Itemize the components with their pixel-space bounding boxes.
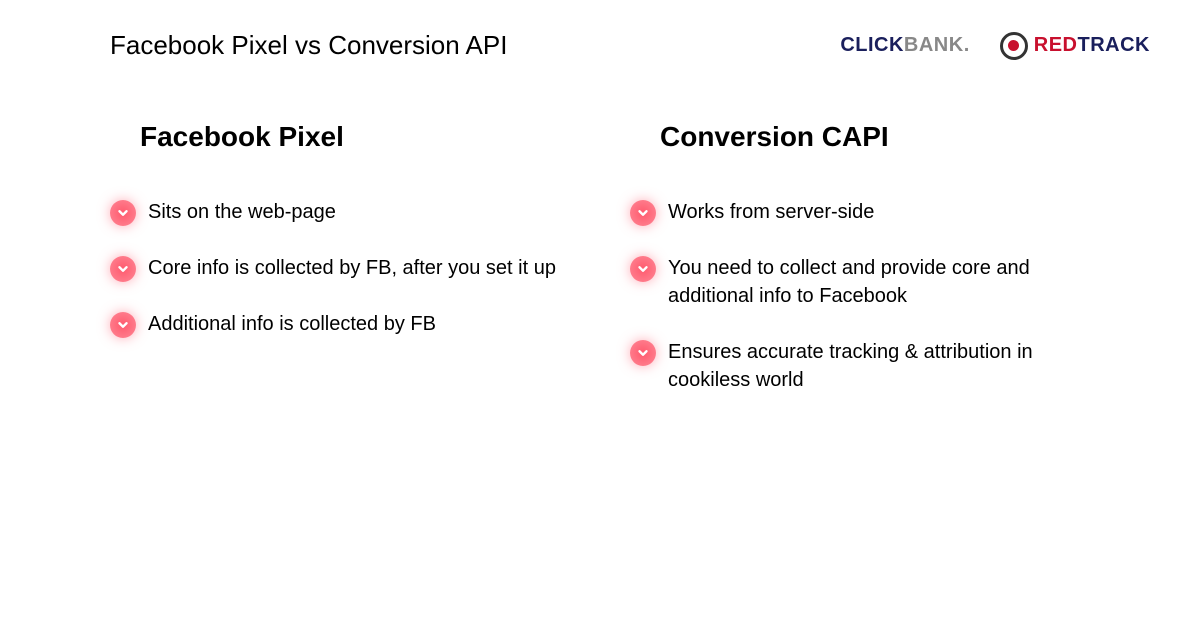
check-icon [110,256,136,282]
clickbank-logo: CLICKBANK. [840,34,969,57]
column-heading: Conversion CAPI [660,121,1090,153]
item-text: Works from server-side [668,198,874,226]
clickbank-part1: CLICK [840,34,904,56]
list-item: Sits on the web-page [110,198,570,226]
list-item: Additional info is collected by FB [110,310,570,338]
list-item: Works from server-side [630,198,1090,226]
columns: Facebook Pixel Sits on the web-page Core… [50,121,1150,422]
list-item: Ensures accurate tracking & attribution … [630,338,1090,394]
logos: CLICKBANK. REDTRACK [840,32,1150,60]
check-icon [110,312,136,338]
redtrack-logo: REDTRACK [1000,32,1150,60]
check-icon [630,256,656,282]
item-text: Sits on the web-page [148,198,336,226]
item-text: Additional info is collected by FB [148,310,436,338]
column-right: Conversion CAPI Works from server-side Y… [630,121,1090,422]
column-heading: Facebook Pixel [140,121,570,153]
check-icon [110,200,136,226]
item-text: You need to collect and provide core and… [668,254,1090,310]
check-icon [630,200,656,226]
item-text: Core info is collected by FB, after you … [148,254,556,282]
list-item: Core info is collected by FB, after you … [110,254,570,282]
check-icon [630,340,656,366]
item-text: Ensures accurate tracking & attribution … [668,338,1090,394]
header: Facebook Pixel vs Conversion API CLICKBA… [50,30,1150,61]
list-item: You need to collect and provide core and… [630,254,1090,310]
clickbank-part2: BANK. [904,34,970,56]
redtrack-part2: TRACK [1078,34,1151,56]
column-left: Facebook Pixel Sits on the web-page Core… [110,121,570,422]
redtrack-part1: RED [1034,34,1078,56]
page-title: Facebook Pixel vs Conversion API [110,30,507,61]
redtrack-icon [1000,32,1028,60]
